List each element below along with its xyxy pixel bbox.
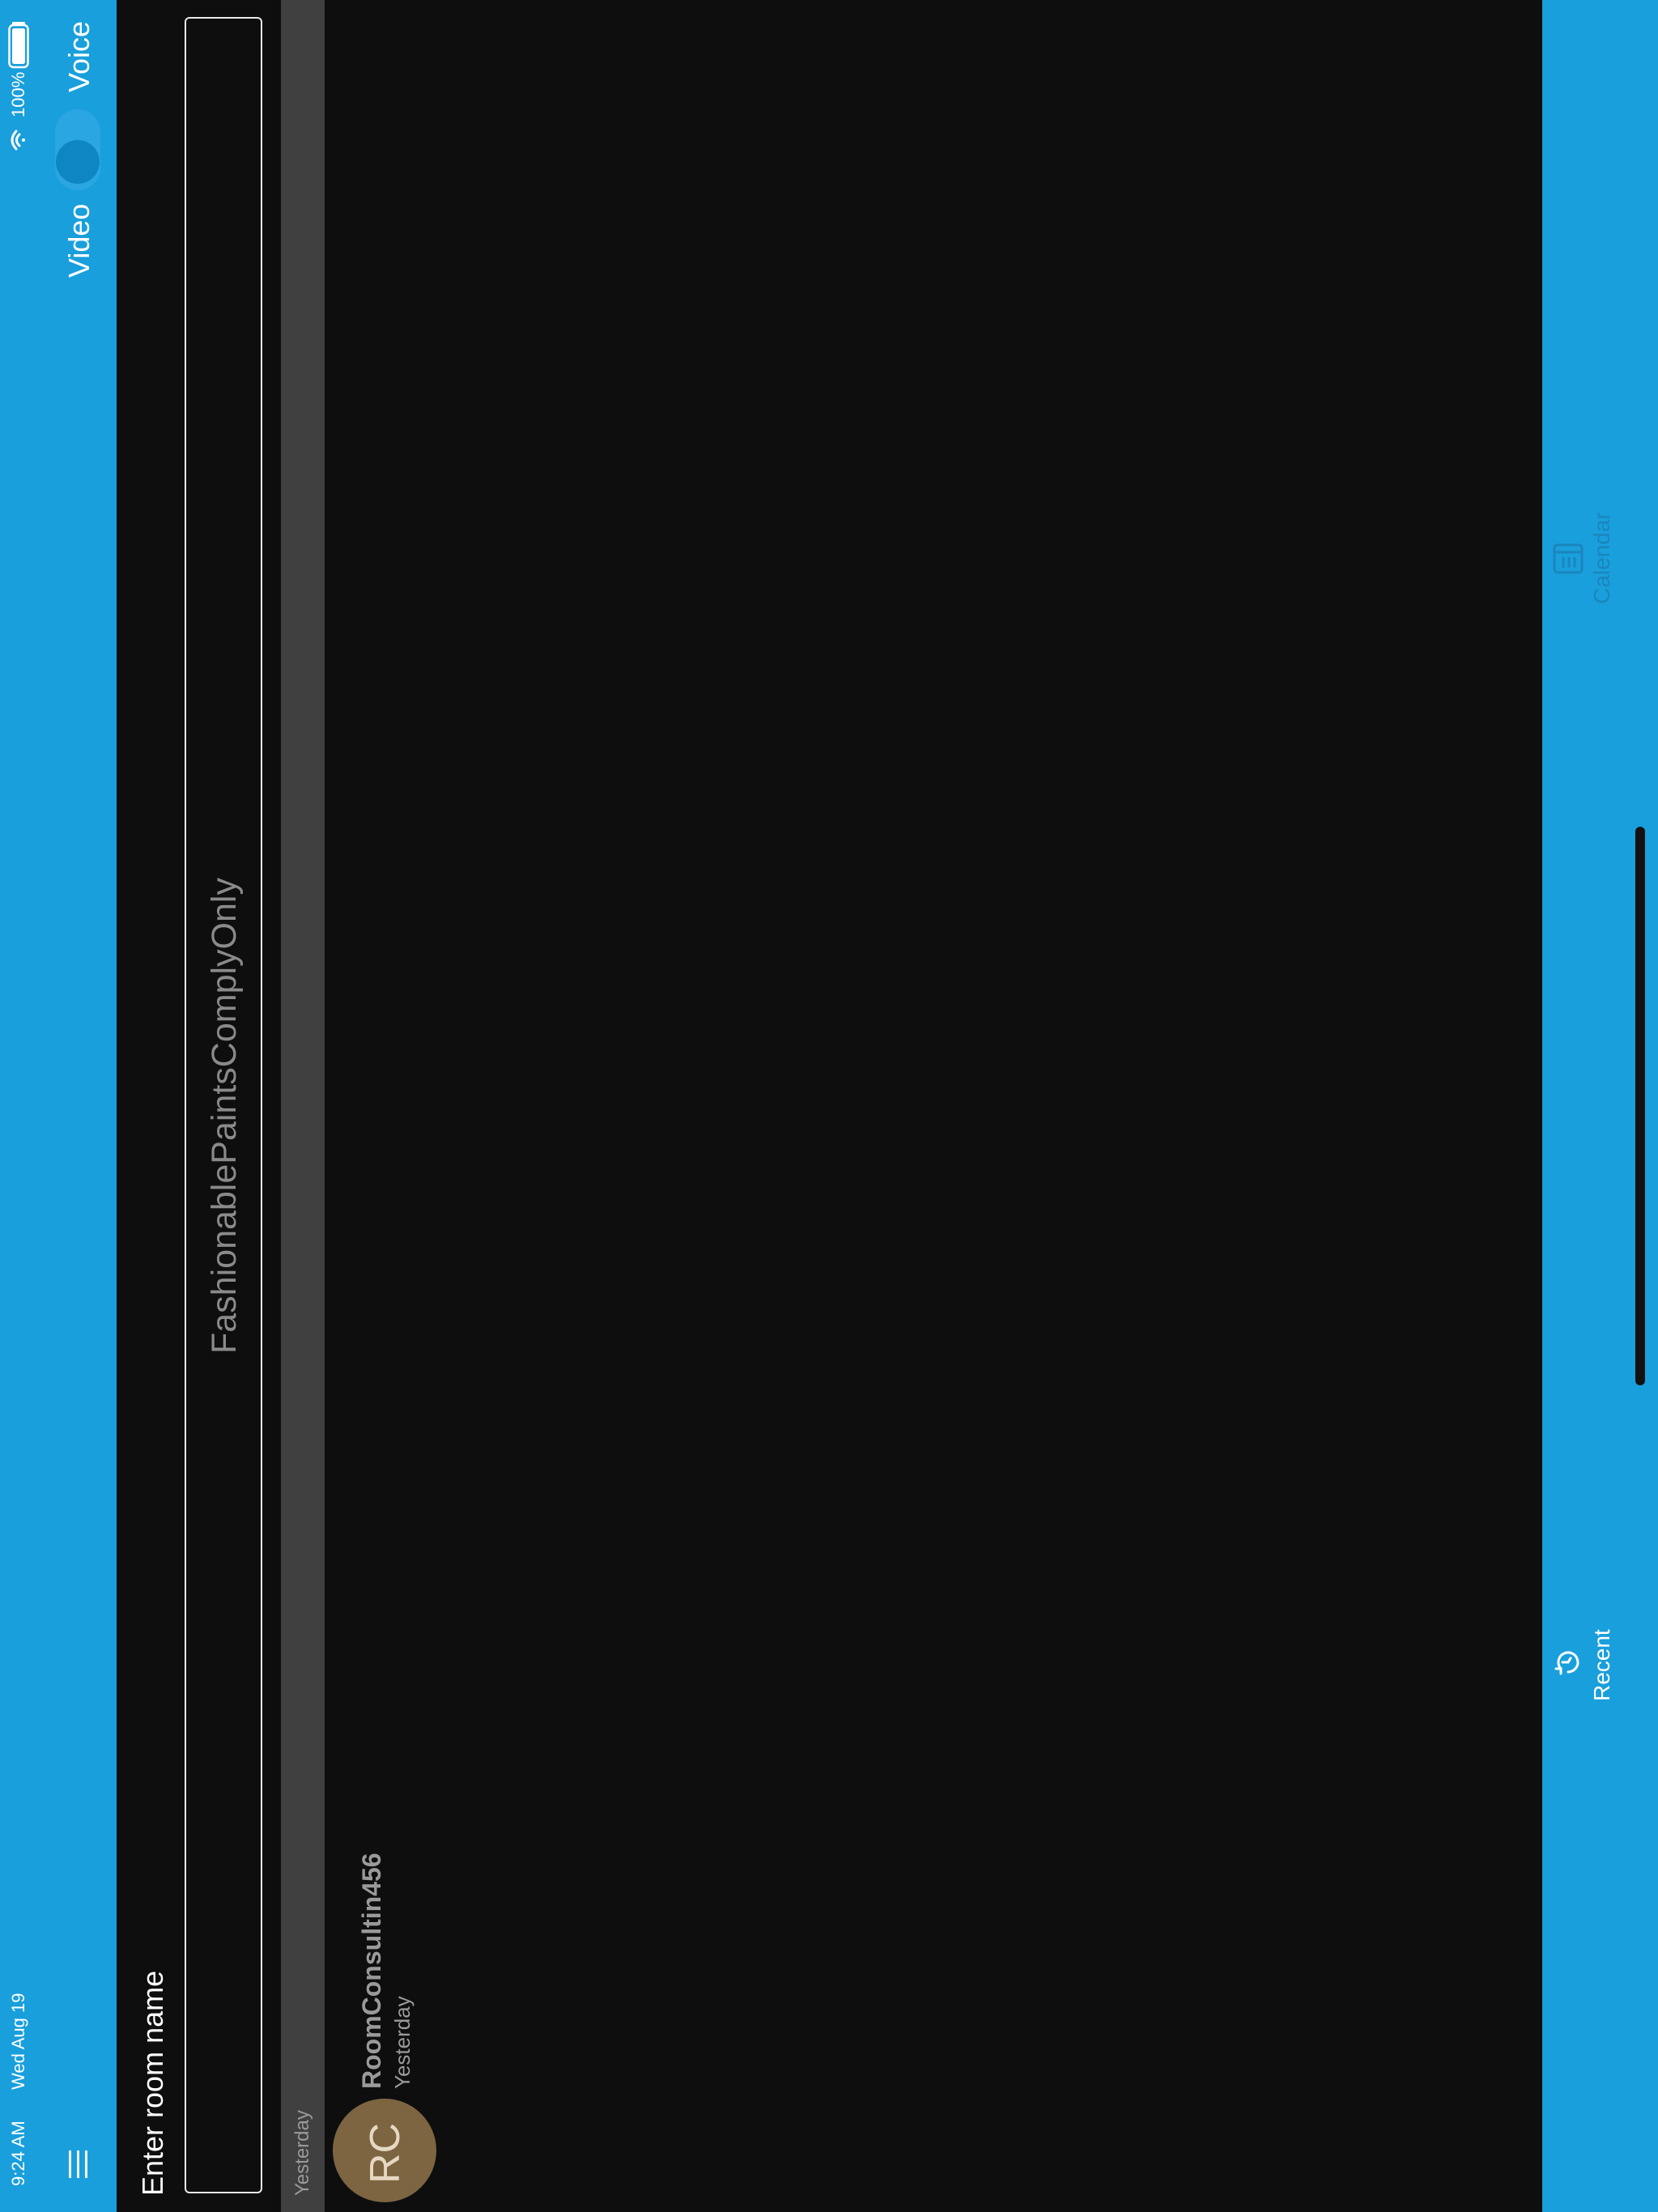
room-name-value[interactable]: FashionablePaintsComplyOnly — [205, 878, 244, 1354]
avatar-initials: RC — [362, 2122, 409, 2184]
room-title: RoomConsultin456 — [357, 1853, 386, 2089]
toggle-knob — [56, 140, 100, 184]
room-timestamp: Yesterday — [390, 1996, 414, 2089]
battery-percent: 100% — [8, 71, 28, 117]
voice-mode-label[interactable]: Voice — [62, 21, 96, 92]
hamburger-icon[interactable] — [66, 2149, 91, 2180]
video-mode-label[interactable]: Video — [62, 204, 96, 278]
home-indicator[interactable] — [1635, 827, 1645, 1385]
tab-calendar-label: Calendar — [1589, 512, 1614, 604]
status-time: 9:24 AM — [8, 2121, 28, 2186]
history-icon — [1552, 1646, 1584, 1678]
room-name-label: Enter room name — [136, 1970, 169, 2196]
battery-icon — [8, 22, 29, 69]
tab-recent-label: Recent — [1589, 1629, 1614, 1701]
calendar-icon — [1550, 541, 1586, 576]
section-header — [281, 0, 325, 2212]
wifi-icon — [6, 128, 31, 152]
app-header — [0, 0, 117, 2212]
status-date: Wed Aug 19 — [8, 1993, 28, 2090]
section-label: Yesterday — [291, 2110, 313, 2196]
